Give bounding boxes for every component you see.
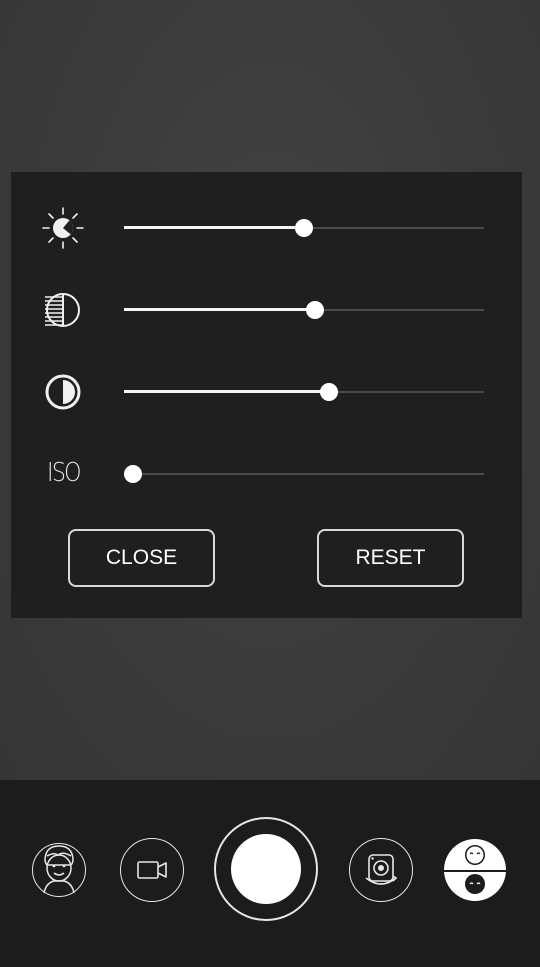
shutter-inner-circle	[231, 834, 301, 904]
iso-slider-knob[interactable]	[124, 465, 142, 483]
brightness-slider[interactable]	[124, 218, 484, 238]
bottom-camera-bar	[0, 780, 540, 967]
brightness-icon	[41, 206, 85, 250]
switch-camera-button[interactable]	[349, 838, 413, 902]
shutter-button[interactable]	[214, 817, 318, 921]
iso-row: ISO	[11, 444, 522, 504]
contrast-slider-fill	[124, 390, 330, 393]
contrast-slider[interactable]	[124, 382, 484, 402]
exposure-slider-fill	[124, 308, 315, 311]
contrast-icon	[41, 370, 85, 414]
face-filter-button[interactable]	[32, 843, 86, 897]
contrast-slider-knob[interactable]	[320, 383, 339, 401]
face-avatar-icon	[43, 845, 75, 894]
iso-slider[interactable]	[124, 464, 484, 484]
contrast-row	[11, 362, 522, 422]
beauty-mode-button[interactable]	[443, 838, 507, 902]
brightness-slider-knob[interactable]	[295, 219, 313, 237]
camera-switch-icon	[365, 854, 398, 885]
exposure-slider[interactable]	[124, 300, 484, 320]
close-button[interactable]: CLOSE	[68, 529, 215, 587]
brightness-row	[11, 198, 522, 258]
adjustment-panel: ISO CLOSE RESET	[11, 172, 522, 618]
exposure-row	[11, 280, 522, 340]
video-mode-button[interactable]	[120, 838, 184, 902]
iso-label: ISO	[47, 458, 82, 488]
reset-button[interactable]: RESET	[317, 529, 464, 587]
exposure-slider-knob[interactable]	[305, 301, 324, 319]
face-swap-icon	[444, 839, 506, 901]
exposure-icon	[41, 288, 85, 332]
brightness-slider-fill	[124, 226, 304, 229]
video-camera-icon	[137, 861, 167, 879]
